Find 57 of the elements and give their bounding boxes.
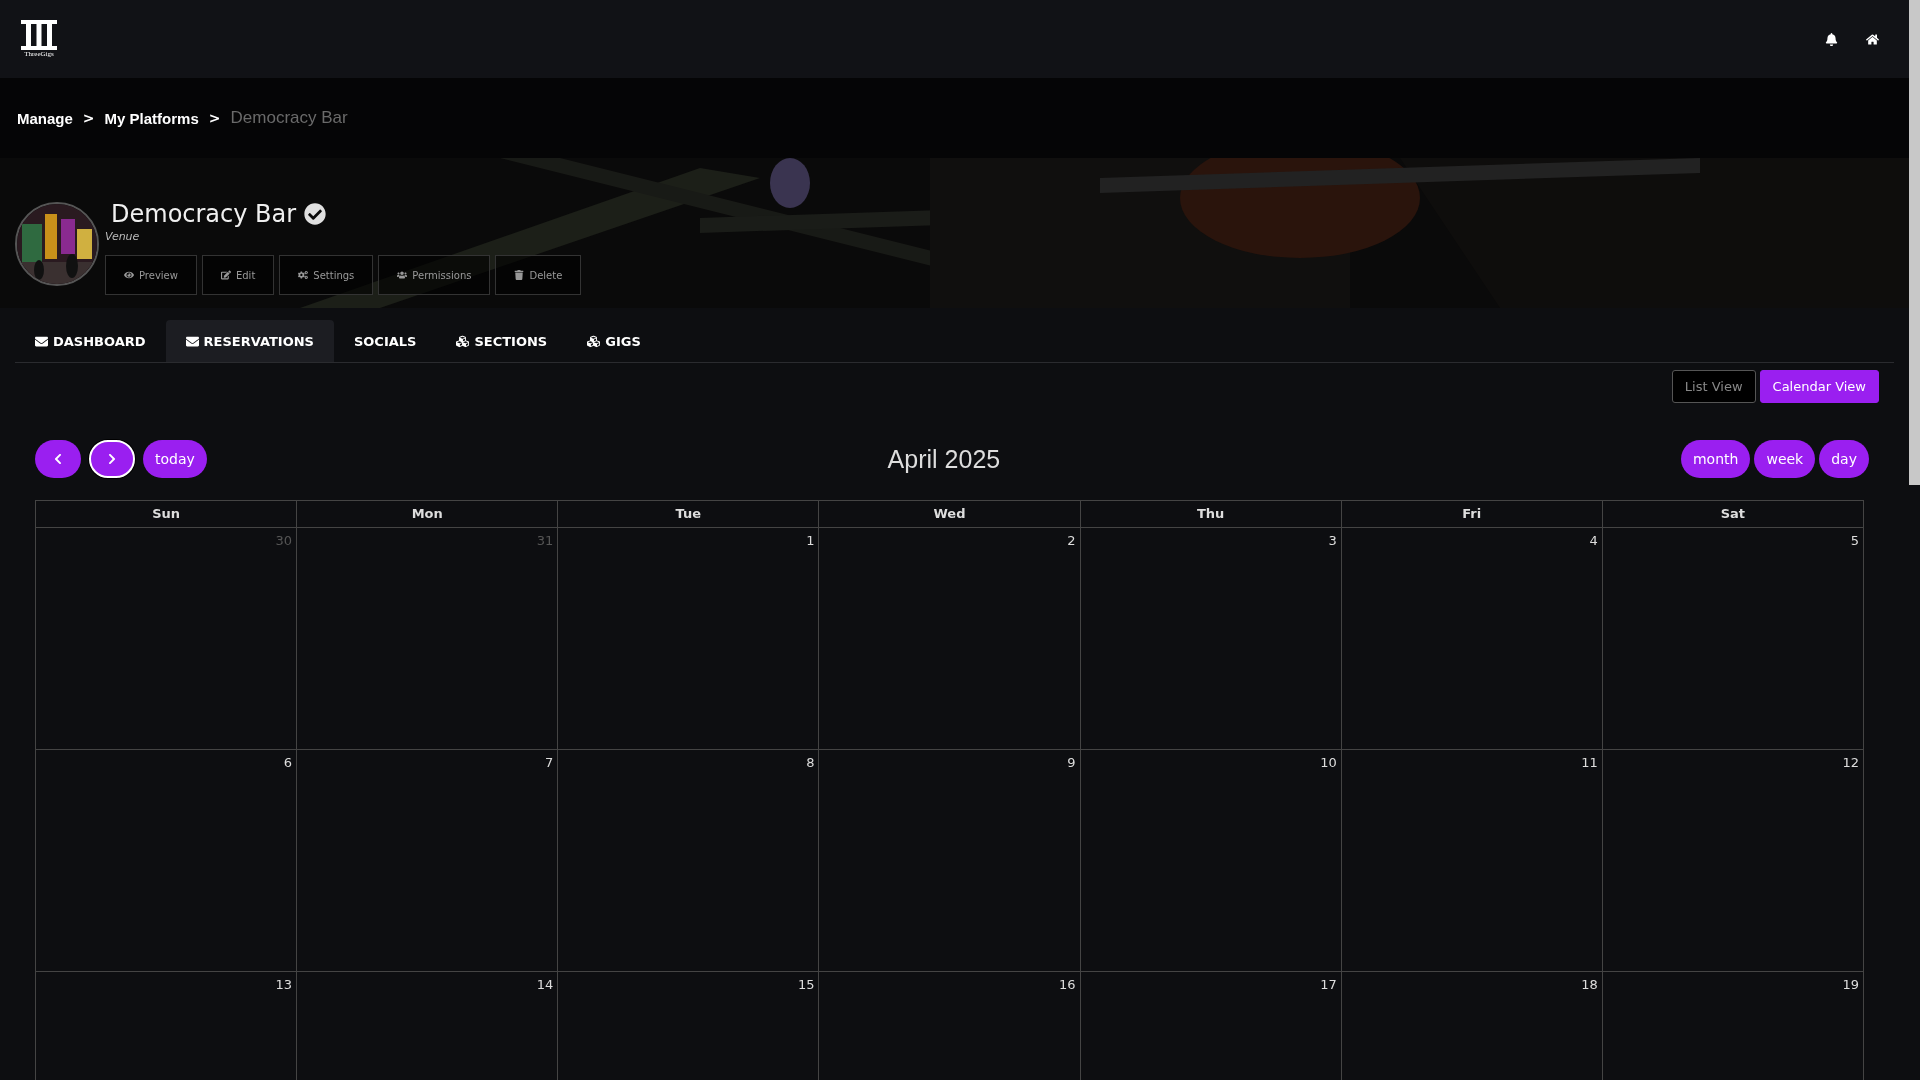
day-number: 11 bbox=[1581, 755, 1598, 770]
weekday-header: Wed bbox=[819, 501, 1081, 528]
day-number: 30 bbox=[275, 533, 293, 548]
home-icon[interactable] bbox=[1866, 32, 1879, 46]
envelope-icon bbox=[35, 334, 48, 348]
day-number: 18 bbox=[1581, 977, 1598, 992]
day-number: 31 bbox=[536, 533, 554, 548]
chevron-right-icon bbox=[106, 453, 118, 465]
weekday-header: Tue bbox=[558, 501, 820, 528]
weekday-header: Mon bbox=[297, 501, 559, 528]
day-number: 1 bbox=[806, 533, 815, 548]
view-button[interactable]: week bbox=[1754, 440, 1816, 478]
view-button[interactable]: month bbox=[1681, 440, 1751, 478]
breadcrumb-separator: > bbox=[82, 110, 95, 126]
day-number: 14 bbox=[536, 977, 554, 992]
day-number: 19 bbox=[1842, 977, 1859, 992]
day-number: 12 bbox=[1842, 755, 1859, 770]
breadcrumb-link[interactable]: My Platforms bbox=[104, 109, 199, 127]
weekday-header: Sat bbox=[1602, 501, 1864, 528]
view-toggle-button[interactable]: Calendar View bbox=[1759, 370, 1879, 403]
day-number: 8 bbox=[806, 755, 815, 770]
logo-icon bbox=[21, 20, 57, 50]
tab[interactable]: SOCIALS bbox=[333, 320, 437, 362]
day-number: 2 bbox=[1067, 533, 1076, 548]
view-button[interactable]: day bbox=[1819, 440, 1869, 478]
day-number: 13 bbox=[275, 977, 293, 992]
notification-bell-icon[interactable] bbox=[1825, 32, 1838, 46]
day-number: 5 bbox=[1850, 533, 1859, 548]
cubes-icon bbox=[587, 334, 601, 348]
tab[interactable]: DASHBOARD bbox=[15, 320, 166, 362]
chevron-left-icon bbox=[52, 453, 64, 465]
weekday-header: Fri bbox=[1341, 501, 1603, 528]
weekday-header: Sun bbox=[36, 501, 298, 528]
weekday-header: Thu bbox=[1080, 501, 1342, 528]
next-button[interactable] bbox=[89, 440, 135, 478]
scrollbar-thumb[interactable] bbox=[1909, 0, 1920, 485]
day-number: 10 bbox=[1320, 755, 1337, 770]
day-number: 6 bbox=[283, 755, 293, 770]
today-button[interactable]: today bbox=[143, 440, 207, 478]
breadcrumb-separator: > bbox=[208, 110, 221, 126]
tab[interactable]: SECTIONS bbox=[436, 320, 568, 362]
day-number: 17 bbox=[1320, 977, 1337, 992]
day-number: 7 bbox=[545, 755, 554, 770]
tab[interactable]: RESERVATIONS bbox=[165, 320, 334, 362]
day-number: 4 bbox=[1589, 533, 1598, 548]
tab[interactable]: GIGS bbox=[567, 320, 661, 362]
day-number: 9 bbox=[1067, 755, 1076, 770]
envelope-icon bbox=[185, 334, 199, 348]
previous-button[interactable] bbox=[35, 440, 81, 478]
day-number: 3 bbox=[1328, 533, 1337, 548]
breadcrumb-link[interactable]: Manage bbox=[17, 109, 73, 127]
cubes-icon bbox=[456, 334, 470, 348]
calendar-title: April 2025 bbox=[887, 444, 1001, 474]
day-number: 16 bbox=[1059, 977, 1076, 992]
day-number: 15 bbox=[797, 977, 815, 992]
current-page-title: Democracy Bar bbox=[230, 108, 348, 128]
view-toggle-button[interactable]: List View bbox=[1671, 370, 1756, 403]
